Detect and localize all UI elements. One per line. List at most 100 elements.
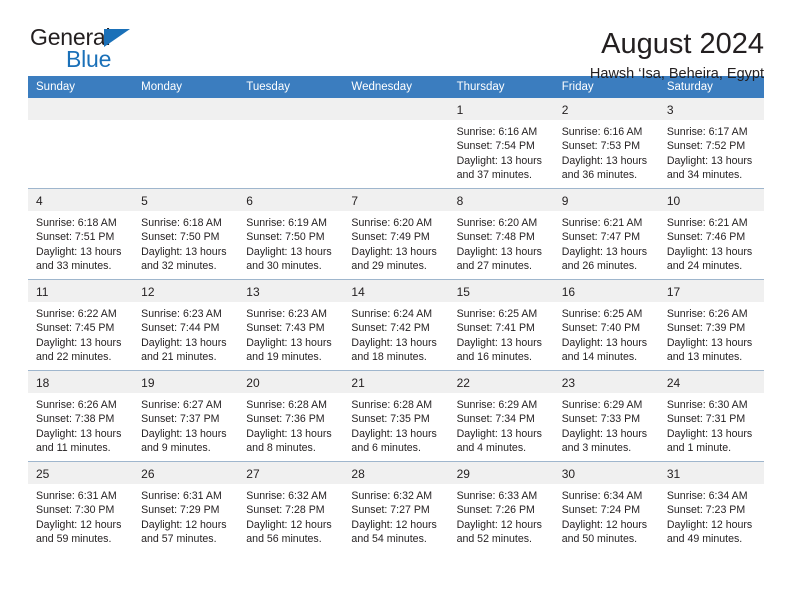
calendar-day-cell[interactable]: 17 Sunrise: 6:26 AM Sunset: 7:39 PM Dayligh… xyxy=(658,279,764,371)
calendar-day-cell[interactable]: 21 Sunrise: 6:28 AM Sunset: 7:35 PM Dayligh… xyxy=(343,370,449,462)
calendar-day-cell[interactable]: 30 Sunrise: 6:34 AM Sunset: 7:24 PM Dayligh… xyxy=(553,461,659,552)
day-sun-details: Sunrise: 6:22 AM Sunset: 7:45 PM Daylight:… xyxy=(28,302,133,364)
sunrise-text: Sunrise: 6:33 AM xyxy=(456,490,538,502)
daylight-text-line2: and 1 minute. xyxy=(666,441,732,454)
daylight-text-line2: and 59 minutes. xyxy=(36,532,112,545)
daylight-text-line2: and 9 minutes. xyxy=(141,441,211,454)
calendar-day-cell[interactable]: 16 Sunrise: 6:25 AM Sunset: 7:40 PM Dayligh… xyxy=(553,279,659,371)
day-number: 7 xyxy=(343,189,449,211)
day-cell-inner xyxy=(238,98,344,188)
day-sun-details: Sunrise: 6:19 AM Sunset: 7:50 PM Daylight:… xyxy=(238,211,343,273)
day-sun-details: Sunrise: 6:30 AM Sunset: 7:31 PM Daylight:… xyxy=(659,393,764,455)
sunrise-text: Sunrise: 6:16 AM xyxy=(456,126,538,138)
calendar-day-cell[interactable]: 4 Sunrise: 6:18 AM Sunset: 7:51 PM Daylight… xyxy=(28,188,134,280)
day-number xyxy=(343,98,449,120)
sunrise-text: Sunrise: 6:30 AM xyxy=(666,399,748,411)
calendar-day-cell[interactable]: 5 Sunrise: 6:18 AM Sunset: 7:50 PM Daylight… xyxy=(133,188,239,280)
day-sun-details: Sunrise: 6:26 AM Sunset: 7:38 PM Daylight:… xyxy=(28,393,133,455)
calendar-day-cell[interactable]: 18 Sunrise: 6:26 AM Sunset: 7:38 PM Dayligh… xyxy=(28,370,134,462)
calendar-day-cell[interactable]: 31 Sunrise: 6:34 AM Sunset: 7:23 PM Dayligh… xyxy=(658,461,764,552)
calendar-day-cell[interactable]: 15 Sunrise: 6:25 AM Sunset: 7:41 PM Dayligh… xyxy=(448,279,554,371)
daylight-text-line1: Daylight: 12 hours xyxy=(246,518,332,531)
calendar-day-cell[interactable]: 27 Sunrise: 6:32 AM Sunset: 7:28 PM Dayligh… xyxy=(238,461,344,552)
calendar-week-row: 11 Sunrise: 6:22 AM Sunset: 7:45 PM Dayligh… xyxy=(28,279,764,371)
day-cell-inner: 8 Sunrise: 6:20 AM Sunset: 7:48 PM Daylight… xyxy=(448,189,554,279)
calendar-day-cell[interactable]: 28 Sunrise: 6:32 AM Sunset: 7:27 PM Dayligh… xyxy=(343,461,449,552)
calendar-week-row: 1 Sunrise: 6:16 AM Sunset: 7:54 PM Daylight… xyxy=(28,98,764,189)
calendar-day-cell[interactable]: 7 Sunrise: 6:20 AM Sunset: 7:49 PM Daylight… xyxy=(343,188,449,280)
day-cell-inner: 15 Sunrise: 6:25 AM Sunset: 7:41 PM Dayligh… xyxy=(448,280,554,370)
sunrise-text: Sunrise: 6:20 AM xyxy=(351,217,433,229)
day-sun-details: Sunrise: 6:28 AM Sunset: 7:35 PM Daylight:… xyxy=(343,393,448,455)
day-sun-details: Sunrise: 6:17 AM Sunset: 7:52 PM Daylight:… xyxy=(659,120,764,182)
day-number xyxy=(238,98,344,120)
day-number: 18 xyxy=(28,371,134,393)
day-cell-inner: 21 Sunrise: 6:28 AM Sunset: 7:35 PM Dayligh… xyxy=(343,371,449,461)
daylight-text-line2: and 13 minutes. xyxy=(666,350,743,363)
sunrise-text: Sunrise: 6:29 AM xyxy=(561,399,643,411)
calendar-day-cell[interactable]: 19 Sunrise: 6:27 AM Sunset: 7:37 PM Dayligh… xyxy=(133,370,239,462)
calendar-day-cell[interactable]: 14 Sunrise: 6:24 AM Sunset: 7:42 PM Dayligh… xyxy=(343,279,449,371)
day-cell-inner: 26 Sunrise: 6:31 AM Sunset: 7:29 PM Dayligh… xyxy=(133,462,239,552)
sunrise-text: Sunrise: 6:21 AM xyxy=(666,217,748,229)
day-number: 23 xyxy=(553,371,659,393)
sunset-text: Sunset: 7:48 PM xyxy=(456,231,535,244)
calendar-day-cell[interactable]: 24 Sunrise: 6:30 AM Sunset: 7:31 PM Dayligh… xyxy=(658,370,764,462)
day-number: 2 xyxy=(553,98,659,120)
calendar-day-cell[interactable]: 2 Sunrise: 6:16 AM Sunset: 7:53 PM Daylight… xyxy=(553,98,659,189)
weekday-header-tuesday: Tuesday xyxy=(238,76,344,98)
day-cell-inner: 1 Sunrise: 6:16 AM Sunset: 7:54 PM Daylight… xyxy=(448,98,554,188)
day-number: 27 xyxy=(238,462,344,484)
day-sun-details: Sunrise: 6:34 AM Sunset: 7:24 PM Daylight:… xyxy=(554,484,659,546)
calendar-day-cell[interactable]: 9 Sunrise: 6:21 AM Sunset: 7:47 PM Daylight… xyxy=(553,188,659,280)
general-blue-logo[interactable]: General Blue xyxy=(28,26,178,78)
sunset-text: Sunset: 7:24 PM xyxy=(561,504,641,517)
sunset-text: Sunset: 7:38 PM xyxy=(36,413,115,426)
day-number: 24 xyxy=(658,371,764,393)
calendar-day-cell[interactable]: 13 Sunrise: 6:23 AM Sunset: 7:43 PM Dayligh… xyxy=(238,279,344,371)
calendar-day-cell[interactable]: 23 Sunrise: 6:29 AM Sunset: 7:33 PM Dayligh… xyxy=(553,370,659,462)
day-cell-inner: 4 Sunrise: 6:18 AM Sunset: 7:51 PM Daylight… xyxy=(28,189,134,279)
day-sun-details: Sunrise: 6:24 AM Sunset: 7:42 PM Daylight:… xyxy=(343,302,448,364)
calendar-day-cell[interactable]: 12 Sunrise: 6:23 AM Sunset: 7:44 PM Dayligh… xyxy=(133,279,239,371)
sunset-text: Sunset: 7:52 PM xyxy=(666,140,746,153)
day-number xyxy=(28,98,134,120)
day-sun-details: Sunrise: 6:29 AM Sunset: 7:34 PM Daylight:… xyxy=(449,393,554,455)
calendar-day-cell[interactable]: 10 Sunrise: 6:21 AM Sunset: 7:46 PM Dayligh… xyxy=(658,188,764,280)
calendar-day-cell[interactable]: 3 Sunrise: 6:17 AM Sunset: 7:52 PM Daylight… xyxy=(658,98,764,189)
day-cell-inner: 6 Sunrise: 6:19 AM Sunset: 7:50 PM Daylight… xyxy=(238,189,344,279)
day-cell-inner: 13 Sunrise: 6:23 AM Sunset: 7:43 PM Dayligh… xyxy=(238,280,344,370)
day-number: 17 xyxy=(658,280,764,302)
calendar-day-cell[interactable]: 1 Sunrise: 6:16 AM Sunset: 7:54 PM Daylight… xyxy=(448,98,554,189)
sunrise-text: Sunrise: 6:34 AM xyxy=(561,490,643,502)
calendar-day-cell[interactable]: 6 Sunrise: 6:19 AM Sunset: 7:50 PM Daylight… xyxy=(238,188,344,280)
calendar-day-cell[interactable]: 8 Sunrise: 6:20 AM Sunset: 7:48 PM Daylight… xyxy=(448,188,554,280)
sunset-text: Sunset: 7:45 PM xyxy=(36,322,115,335)
day-cell-inner: 22 Sunrise: 6:29 AM Sunset: 7:34 PM Dayligh… xyxy=(448,371,554,461)
calendar-day-cell[interactable]: 11 Sunrise: 6:22 AM Sunset: 7:45 PM Dayligh… xyxy=(28,279,134,371)
day-number: 26 xyxy=(133,462,239,484)
sunset-text: Sunset: 7:43 PM xyxy=(246,322,325,335)
page-title: August 2024 xyxy=(601,28,764,60)
daylight-text-line2: and 16 minutes. xyxy=(456,350,532,363)
calendar-day-cell[interactable]: 22 Sunrise: 6:29 AM Sunset: 7:34 PM Dayligh… xyxy=(448,370,554,462)
sunset-text: Sunset: 7:51 PM xyxy=(36,231,115,244)
day-cell-inner: 12 Sunrise: 6:23 AM Sunset: 7:44 PM Dayligh… xyxy=(133,280,239,370)
calendar-day-cell[interactable]: 20 Sunrise: 6:28 AM Sunset: 7:36 PM Dayligh… xyxy=(238,370,344,462)
daylight-text-line1: Daylight: 13 hours xyxy=(36,427,122,440)
calendar-day-cell[interactable]: 29 Sunrise: 6:33 AM Sunset: 7:26 PM Dayligh… xyxy=(448,461,554,552)
daylight-text-line2: and 29 minutes. xyxy=(351,259,427,272)
calendar-day-cell[interactable]: 26 Sunrise: 6:31 AM Sunset: 7:29 PM Dayligh… xyxy=(133,461,239,552)
day-sun-details: Sunrise: 6:29 AM Sunset: 7:33 PM Daylight:… xyxy=(554,393,659,455)
sunset-text: Sunset: 7:26 PM xyxy=(456,504,535,517)
sunrise-text: Sunrise: 6:32 AM xyxy=(246,490,327,502)
sunrise-text: Sunrise: 6:31 AM xyxy=(36,490,117,502)
daylight-text-line2: and 34 minutes. xyxy=(666,168,743,181)
day-cell-inner: 5 Sunrise: 6:18 AM Sunset: 7:50 PM Daylight… xyxy=(133,189,239,279)
calendar-cell-empty xyxy=(238,98,344,189)
daylight-text-line1: Daylight: 13 hours xyxy=(561,245,648,258)
day-number: 5 xyxy=(133,189,239,211)
calendar-day-cell[interactable]: 25 Sunrise: 6:31 AM Sunset: 7:30 PM Dayligh… xyxy=(28,461,134,552)
calendar-week-row: 25 Sunrise: 6:31 AM Sunset: 7:30 PM Dayligh… xyxy=(28,461,764,552)
weekday-header-monday: Monday xyxy=(133,76,239,98)
